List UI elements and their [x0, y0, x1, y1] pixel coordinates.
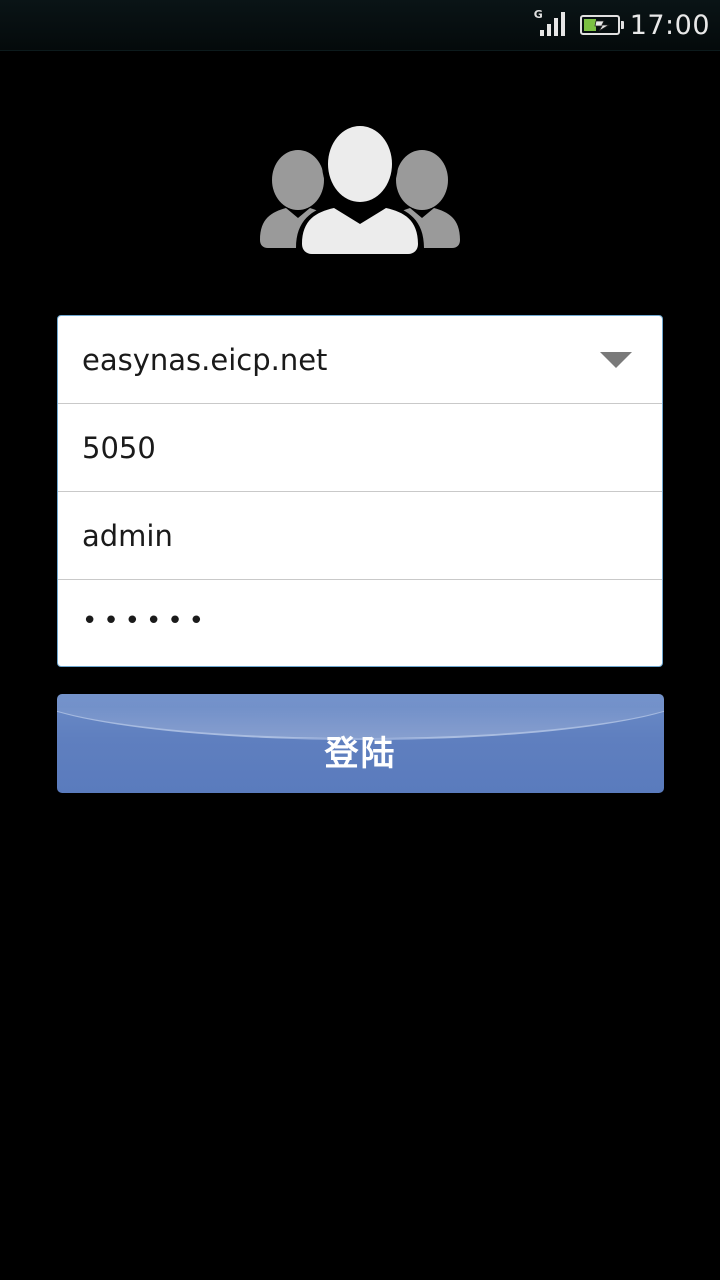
- status-time: 17:00: [629, 9, 710, 41]
- charging-bolt-icon: [594, 20, 611, 32]
- signal-bar: [553, 18, 558, 36]
- dropdown-arrow-icon[interactable]: [600, 352, 632, 368]
- password-value: ••••••: [82, 606, 211, 636]
- port-field[interactable]: 5050: [58, 404, 662, 492]
- signal-bar: [539, 30, 544, 36]
- login-form: easynas.eicp.net 5050 admin ••••••: [57, 315, 663, 667]
- login-button[interactable]: 登陆: [57, 694, 664, 793]
- username-value: admin: [82, 518, 173, 553]
- status-indicators: G 17:00: [534, 0, 710, 50]
- signal-bars-icon: G: [533, 8, 570, 40]
- login-screen: G 17:00 easynas.eicp.net 5050 admin ••••…: [0, 0, 720, 1280]
- users-group-icon: [260, 122, 460, 258]
- server-dropdown[interactable]: easynas.eicp.net: [58, 316, 662, 404]
- signal-bar: [560, 12, 565, 36]
- login-button-label: 登陆: [324, 734, 397, 774]
- port-value: 5050: [82, 430, 156, 465]
- network-type-label: G: [533, 8, 543, 21]
- status-bar: G 17:00: [0, 0, 720, 51]
- password-field[interactable]: ••••••: [58, 580, 662, 666]
- battery-charging-icon: [579, 15, 624, 35]
- username-field[interactable]: admin: [58, 492, 662, 580]
- server-value: easynas.eicp.net: [82, 342, 328, 377]
- signal-bar: [546, 24, 551, 36]
